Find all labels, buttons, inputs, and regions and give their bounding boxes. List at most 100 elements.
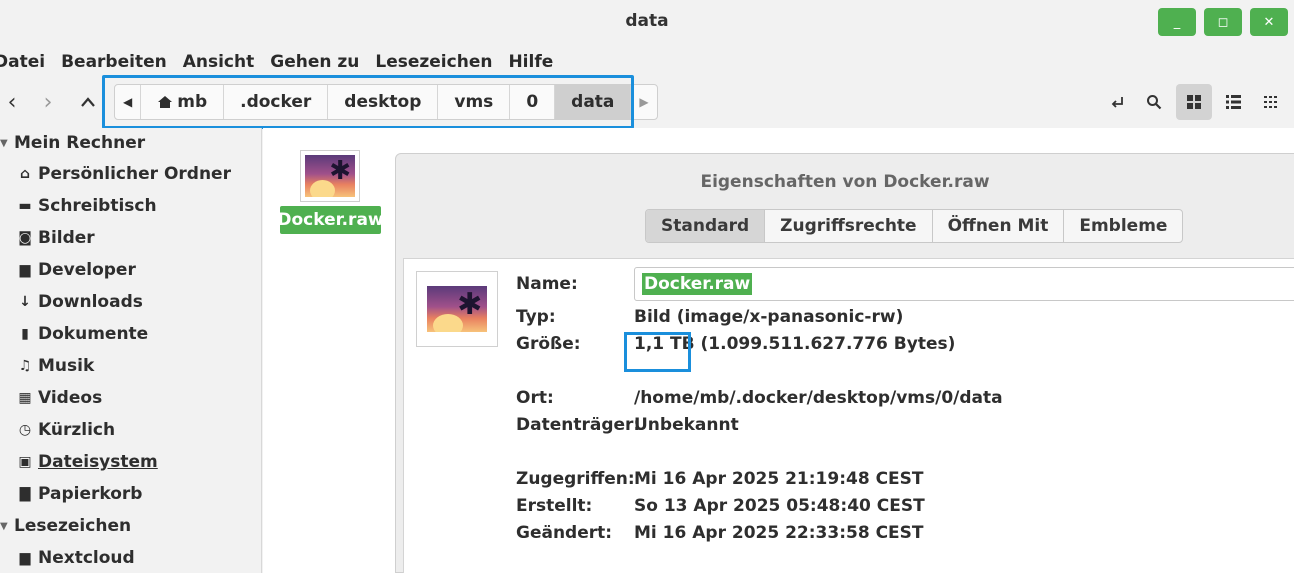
type-value: Bild (image/x-panasonic-rw) — [634, 307, 904, 327]
sidebar-item-label: Schreibtisch — [38, 196, 157, 216]
sidebar-item-label: Videos — [38, 388, 103, 408]
created-label: Erstellt: — [516, 496, 593, 516]
dialog-title: Eigenschaften von Docker.raw — [700, 172, 990, 192]
properties-dialog: Eigenschaften von Docker.raw Standard Zu… — [395, 153, 1294, 573]
tab-open-with[interactable]: Öffnen Mit — [933, 210, 1065, 242]
sidebar-section-computer[interactable]: ▼ Mein Rechner — [0, 133, 145, 153]
up-button[interactable] — [76, 90, 100, 114]
sidebar-item-label: Developer — [38, 260, 136, 280]
sidebar-item-pictures[interactable]: ◙ Bilder — [18, 228, 95, 248]
desktop-icon: ▬ — [18, 198, 32, 214]
menu-gehen-zu[interactable]: Gehen zu — [270, 52, 359, 76]
triangle-down-icon: ▼ — [0, 520, 8, 532]
breadcrumb-scroll-right[interactable]: ▶ — [631, 85, 656, 119]
file-item-docker-raw[interactable]: ✱ — [300, 150, 360, 202]
tab-standard[interactable]: Standard — [646, 210, 766, 242]
sidebar-item-music[interactable]: ♫ Musik — [18, 356, 95, 376]
tab-permissions[interactable]: Zugriffsrechte — [765, 210, 933, 242]
sidebar-item-label: Kürzlich — [38, 420, 116, 440]
list-view-button[interactable] — [1215, 84, 1251, 120]
sidebar-item-label: Dateisystem — [38, 452, 158, 472]
camera-icon: ◙ — [18, 230, 32, 246]
sidebar-item-desktop[interactable]: ▬ Schreibtisch — [18, 196, 157, 216]
triangle-right-icon: ▶ — [639, 95, 649, 109]
volume-value: Unbekannt — [634, 415, 739, 435]
search-button[interactable] — [1136, 84, 1172, 120]
sidebar-item-home[interactable]: ⌂ Persönlicher Ordner — [18, 164, 231, 184]
download-icon: ↓ — [19, 294, 31, 310]
trash-icon: ▇ — [19, 486, 31, 502]
sidebar-section-label: Mein Rechner — [14, 133, 146, 153]
sidebar-item-label: Downloads — [38, 292, 143, 312]
compact-view-button[interactable] — [1253, 84, 1289, 120]
menu-hilfe[interactable]: Hilfe — [508, 52, 553, 76]
location-toggle-icon — [1111, 97, 1123, 108]
chevron-right-icon: › — [43, 89, 53, 115]
minimize-button[interactable]: _ — [1158, 8, 1196, 36]
modified-value: Mi 16 Apr 2025 22:33:58 CEST — [634, 523, 924, 543]
music-icon: ♫ — [18, 358, 32, 374]
back-button[interactable]: ‹ — [0, 89, 24, 115]
modified-label: Geändert: — [516, 523, 613, 543]
close-button[interactable]: ✕ — [1250, 8, 1288, 36]
image-file-icon: ✱ — [305, 155, 355, 197]
document-icon: ▮ — [21, 326, 29, 342]
sidebar-item-label: Musik — [38, 356, 95, 376]
folder-icon: ▆ — [19, 262, 31, 278]
sidebar: ▼ Mein Rechner ⌂ Persönlicher Ordner ▬ S… — [0, 128, 262, 573]
location-value: /home/mb/.docker/desktop/vms/0/data — [634, 388, 1003, 408]
menu-datei[interactable]: Datei — [0, 52, 45, 76]
location-label: Ort: — [516, 388, 554, 408]
clock-icon: ◷ — [18, 422, 32, 438]
sidebar-item-documents[interactable]: ▮ Dokumente — [18, 324, 148, 344]
menu-lesezeichen[interactable]: Lesezeichen — [375, 52, 492, 76]
accessed-value: Mi 16 Apr 2025 21:19:48 CEST — [634, 469, 924, 489]
sidebar-item-nextcloud[interactable]: ▆ Nextcloud — [18, 548, 135, 568]
file-preview[interactable]: ✱ — [416, 271, 498, 347]
triangle-down-icon: ▼ — [0, 137, 8, 149]
sidebar-item-label: Dokumente — [38, 324, 149, 344]
sidebar-item-recent[interactable]: ◷ Kürzlich — [18, 420, 115, 440]
name-selection: Docker.raw — [642, 273, 753, 295]
sidebar-item-developer[interactable]: ▆ Developer — [18, 260, 136, 280]
file-name-label[interactable]: Docker.raw — [277, 206, 384, 234]
sidebar-item-trash[interactable]: ▇ Papierkorb — [18, 484, 143, 504]
home-icon: ⌂ — [19, 166, 31, 182]
forward-button[interactable]: › — [36, 89, 60, 115]
created-value: So 13 Apr 2025 05:48:40 CEST — [634, 496, 925, 516]
search-icon — [1147, 95, 1162, 110]
sidebar-item-downloads[interactable]: ↓ Downloads — [18, 292, 143, 312]
pathbar-highlight-annotation — [102, 75, 634, 129]
sidebar-item-label: Papierkorb — [38, 484, 143, 504]
tab-emblems[interactable]: Embleme — [1064, 210, 1182, 242]
accessed-label: Zugegriffen: — [516, 469, 635, 489]
grid-view-icon — [1187, 95, 1201, 109]
name-label: Name: — [516, 274, 578, 294]
sidebar-section-bookmarks[interactable]: ▼ Lesezeichen — [0, 516, 131, 536]
image-file-icon: ✱ — [427, 286, 487, 332]
sidebar-section-label: Lesezeichen — [14, 516, 132, 536]
menu-ansicht[interactable]: Ansicht — [183, 52, 255, 76]
size-label: Größe: — [516, 334, 581, 354]
folder-icon: ▆ — [19, 550, 31, 566]
location-toggle-button[interactable] — [1100, 84, 1136, 120]
drive-icon: ▣ — [18, 454, 32, 470]
title-bar: data _ ◻ ✕ — [0, 0, 1294, 44]
type-label: Typ: — [516, 307, 556, 327]
chevron-left-icon: ‹ — [7, 89, 17, 115]
icon-view-button[interactable] — [1176, 84, 1212, 120]
chevron-up-icon — [81, 97, 95, 107]
sidebar-item-label: Persönlicher Ordner — [38, 164, 231, 184]
menu-bearbeiten[interactable]: Bearbeiten — [61, 52, 167, 76]
size-bytes: (1.099.511.627.776 Bytes) — [700, 334, 956, 354]
maximize-button[interactable]: ◻ — [1204, 8, 1242, 36]
menu-bar: Datei Bearbeiten Ansicht Gehen zu Leseze… — [0, 52, 553, 76]
sidebar-item-videos[interactable]: ▦ Videos — [18, 388, 102, 408]
dialog-tabs: Standard Zugriffsrechte Öffnen Mit Emble… — [645, 209, 1184, 243]
sidebar-item-filesystem[interactable]: ▣ Dateisystem — [18, 452, 158, 472]
list-view-icon — [1225, 95, 1241, 109]
film-icon: ▦ — [18, 390, 32, 406]
compact-view-icon — [1264, 96, 1277, 108]
volume-label: Datenträger: — [516, 415, 641, 435]
sidebar-item-label: Nextcloud — [38, 548, 135, 568]
